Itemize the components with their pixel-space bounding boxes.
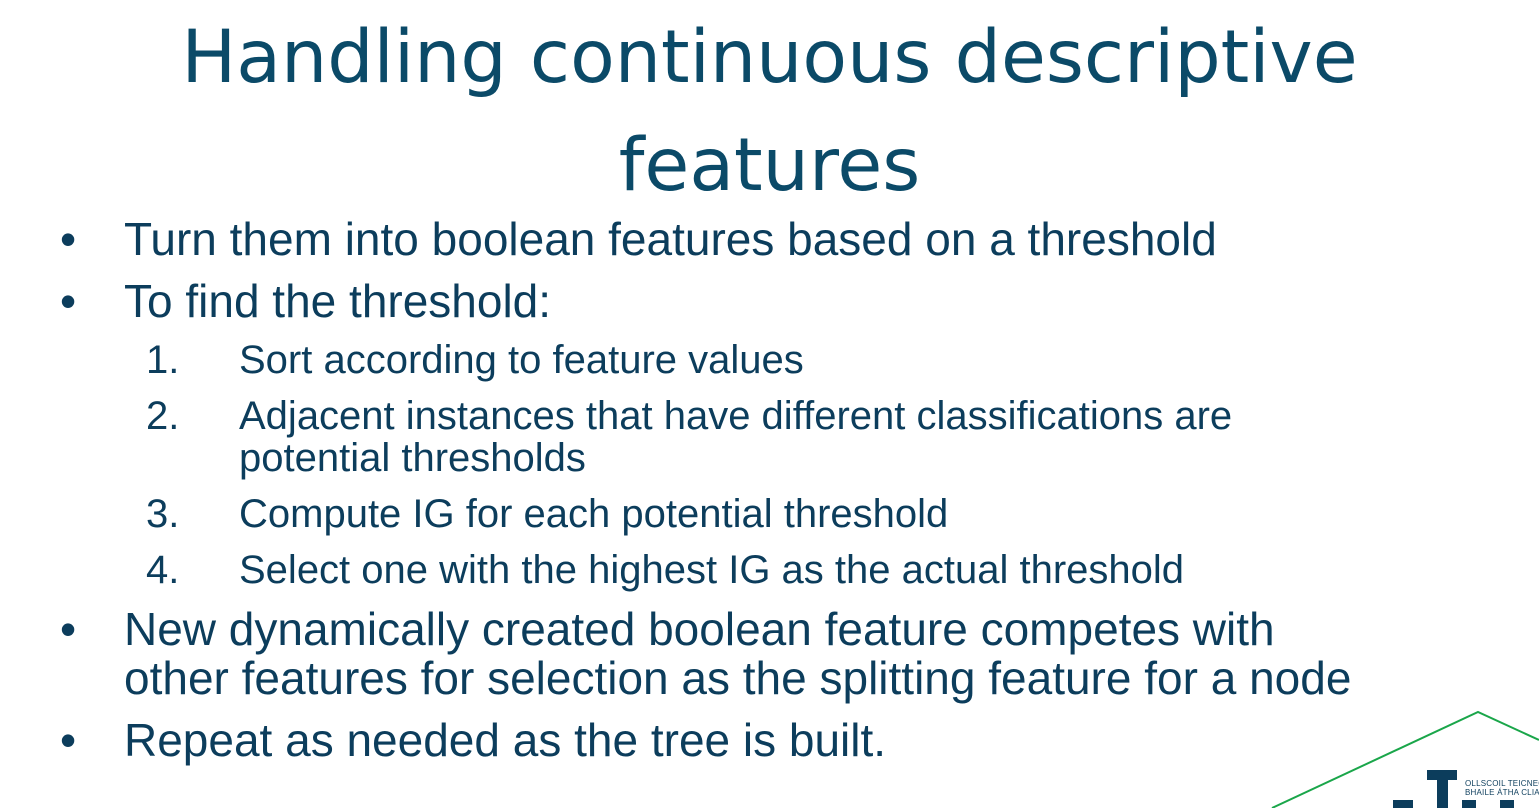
step-text: Select one with the highest IG as the ac… <box>239 548 1185 592</box>
slide-title-line-2: features <box>618 123 921 208</box>
logo-text-line-1: OLLSCOIL TEICNEOLAÍ <box>1465 779 1539 788</box>
logo-text-line-2: BHAILE ÁTHA CLIATH <box>1465 788 1539 797</box>
step-number: 1. <box>146 338 180 382</box>
bullet-marker: • <box>60 603 77 655</box>
step-number: 3. <box>146 492 180 536</box>
logo-letter-fragment-icon <box>1500 800 1514 808</box>
bullet-marker: • <box>60 714 77 766</box>
step-text: Compute IG for each potential threshold <box>239 492 949 536</box>
logo-letter-fragment-icon <box>1393 800 1413 808</box>
step-number: 4. <box>146 548 180 592</box>
bullet-text: Turn them into boolean features based on… <box>124 213 1217 265</box>
step-text-line-1: Adjacent instances that have different c… <box>239 394 1233 438</box>
logo-letter-fragment-icon <box>1462 800 1476 808</box>
logo-t-stem-icon <box>1437 770 1448 808</box>
bullet-text-line-1: New dynamically created boolean feature … <box>124 603 1275 655</box>
bullet-marker: • <box>60 275 77 327</box>
step-number: 2. <box>146 394 180 438</box>
slide-title: Handling continuous descriptive features <box>0 4 1539 220</box>
bullet-text: To find the threshold: <box>124 275 552 327</box>
step-text-line-2: potential thresholds <box>239 436 586 480</box>
bullet-marker: • <box>60 213 77 265</box>
bullet-text-line-2: other features for selection as the spli… <box>124 652 1352 704</box>
bullet-text: Repeat as needed as the tree is built. <box>124 714 887 766</box>
step-text: Sort according to feature values <box>239 338 804 382</box>
slide-title-line-1: Handling continuous descriptive <box>181 15 1358 100</box>
